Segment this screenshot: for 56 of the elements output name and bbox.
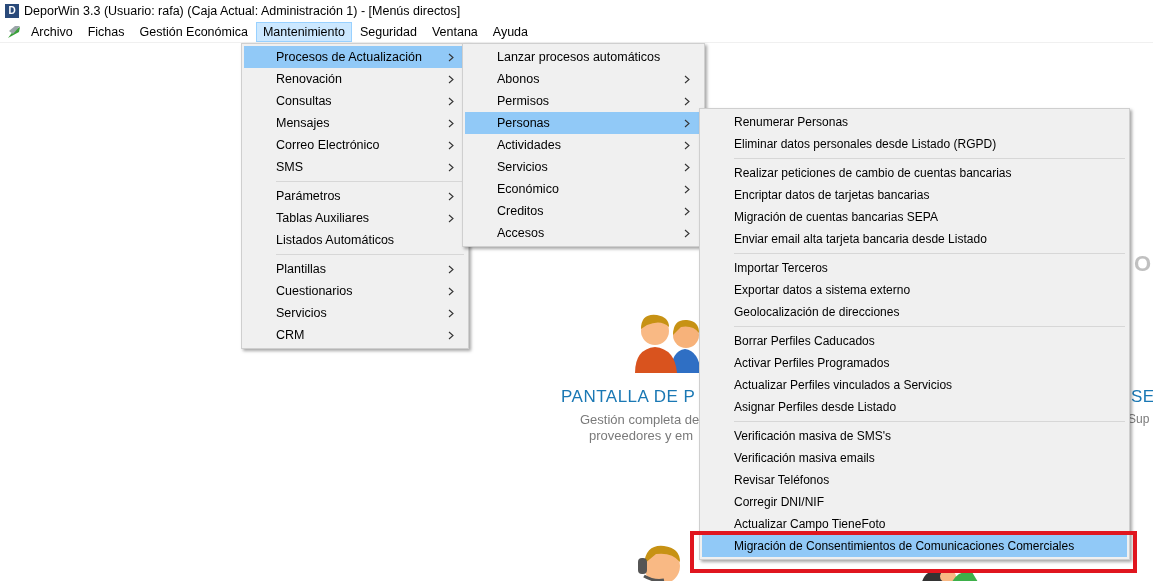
menu-item[interactable]: Parámetros: [244, 185, 466, 207]
menu-bar-item[interactable]: Fichas: [80, 21, 132, 42]
menu-item[interactable]: Económico: [465, 178, 702, 200]
menu-item[interactable]: SMS: [244, 156, 466, 178]
card-title: SE: [1131, 387, 1153, 407]
menu-item[interactable]: Actividades: [465, 134, 702, 156]
menu-item[interactable]: Servicios: [465, 156, 702, 178]
people-icon: [922, 570, 978, 581]
menu-bar-item[interactable]: Ayuda: [485, 21, 535, 42]
menu-item[interactable]: Accesos: [465, 222, 702, 244]
menu-item[interactable]: Encriptar datos de tarjetas bancarias: [702, 184, 1127, 206]
card-description: Gestión completa de: [580, 412, 700, 427]
menu-item[interactable]: Abonos: [465, 68, 702, 90]
menu-item[interactable]: Eliminar datos personales desde Listado (RGPD): [702, 133, 1127, 155]
menu-item[interactable]: Mensajes: [244, 112, 466, 134]
menu-item[interactable]: Listados Automáticos: [244, 229, 466, 251]
menu-item[interactable]: Lanzar procesos automáticos: [465, 46, 702, 68]
menu-bar-item[interactable]: Gestión Económica: [132, 21, 255, 42]
menu-item[interactable]: Migración de cuentas bancarias SEPA: [702, 206, 1127, 228]
network-icon[interactable]: [7, 24, 21, 39]
menu-item[interactable]: CRM: [244, 324, 466, 346]
menu-item[interactable]: Geolocalización de direcciones: [702, 301, 1127, 323]
menu-item[interactable]: Servicios: [244, 302, 466, 324]
menu-item[interactable]: Migración de Consentimientos de Comunicaciones Comerciales: [702, 535, 1127, 557]
menu-item[interactable]: Verificación masiva emails: [702, 447, 1127, 469]
menu-bar-item[interactable]: Ventana: [424, 21, 485, 42]
menu-item[interactable]: Correo Electrónico: [244, 134, 466, 156]
menu-bar-item[interactable]: Archivo: [24, 21, 80, 42]
menu-item[interactable]: Cuestionarios: [244, 280, 466, 302]
menu-item[interactable]: Renovación: [244, 68, 466, 90]
menu-item[interactable]: Enviar email alta tarjeta bancaria desde Listado: [702, 228, 1127, 250]
menu-item[interactable]: Renumerar Personas: [702, 111, 1127, 133]
menu-item[interactable]: Asignar Perfiles desde Listado: [702, 396, 1127, 418]
menu-item[interactable]: Actualizar Campo TieneFoto: [702, 513, 1127, 535]
menu-item[interactable]: Importar Terceros: [702, 257, 1127, 279]
menu-item[interactable]: Plantillas: [244, 258, 466, 280]
app-logo: D: [5, 3, 19, 18]
menu-item[interactable]: Permisos: [465, 90, 702, 112]
menu-bar-item[interactable]: Mantenimiento: [255, 21, 352, 42]
menu-item[interactable]: Realizar peticiones de cambio de cuentas bancarias: [702, 162, 1127, 184]
window-title: DeporWin 3.3 (Usuario: rafa) (Caja Actual: Administración 1) - [Menús directos]: [24, 3, 461, 18]
card-title: PANTALLA DE P: [561, 387, 696, 407]
menu-item[interactable]: Creditos: [465, 200, 702, 222]
menu-item[interactable]: Tablas Auxiliares: [244, 207, 466, 229]
menu-item[interactable]: Revisar Teléfonos: [702, 469, 1127, 491]
menu-item[interactable]: Consultas: [244, 90, 466, 112]
menu-bar-item[interactable]: Seguridad: [352, 21, 424, 42]
menu-item[interactable]: Exportar datos a sistema externo: [702, 279, 1127, 301]
menu-item[interactable]: Personas: [465, 112, 702, 134]
heading-text: O: [1134, 251, 1152, 277]
menu-item[interactable]: Corregir DNI/NIF: [702, 491, 1127, 513]
menu-item[interactable]: Activar Perfiles Programados: [702, 352, 1127, 374]
menu-item[interactable]: Actualizar Perfiles vinculados a Servicios: [702, 374, 1127, 396]
menu-item[interactable]: Borrar Perfiles Caducados: [702, 330, 1127, 352]
card-description: proveedores y em: [589, 428, 694, 443]
menu-item[interactable]: Verificación masiva de SMS's: [702, 425, 1127, 447]
